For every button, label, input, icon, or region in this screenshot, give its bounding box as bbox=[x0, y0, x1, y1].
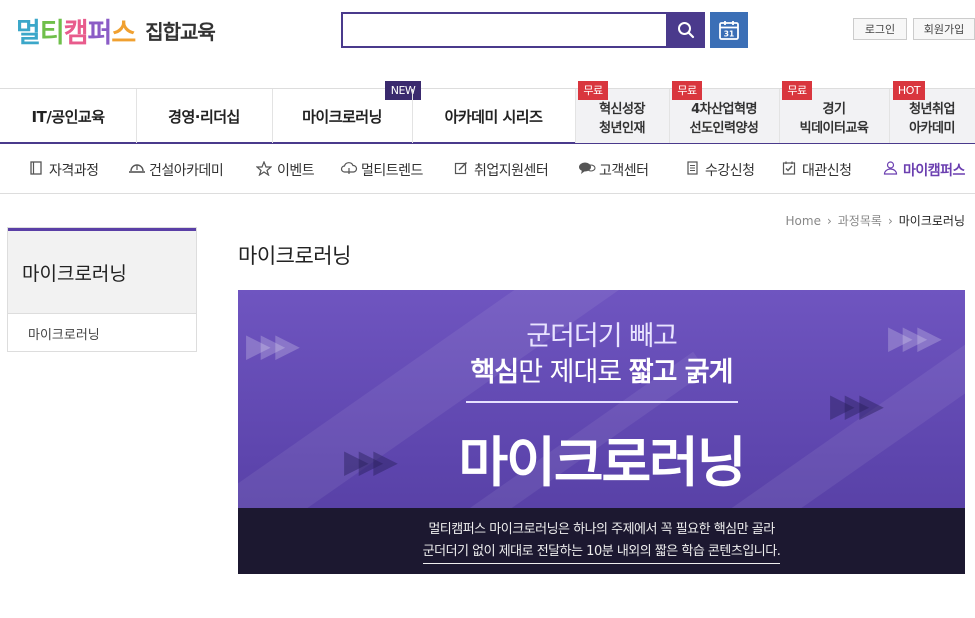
banner-bold-1: 핵심 bbox=[470, 357, 520, 388]
snb-label: 멀티트렌드 bbox=[361, 163, 423, 179]
microlearning-banner: ▶▶▶ ▶▶▶ ▶▶▶ ▶▶▶ 군더더기 빼고 핵심만 제대로 짧고 굵게 마이… bbox=[238, 290, 965, 574]
banner-divider bbox=[466, 401, 738, 403]
snb-label: 마이캠퍼스 bbox=[903, 163, 965, 179]
header: 멀티캠퍼스 집합교육 31 로그인 회원가입 bbox=[0, 0, 975, 88]
logo[interactable]: 멀티캠퍼스 집합교육 bbox=[16, 10, 216, 50]
hot-badge: HOT bbox=[893, 81, 925, 100]
gnb-label-line1: 경기 bbox=[822, 102, 846, 117]
gnb-item-academy[interactable]: 아카데미 시리즈 bbox=[412, 89, 575, 143]
breadcrumb-current: 마이크로러닝 bbox=[898, 214, 965, 228]
sub-navigation: 자격과정 건설아카데미 이벤트 멀티트렌드 취업지원센터 고객센터 수강신청 대… bbox=[0, 146, 975, 194]
book-icon bbox=[28, 161, 44, 179]
snb-item-trend[interactable]: 멀티트렌드 bbox=[340, 146, 423, 194]
gnb-label-line2: 선도인력양성 bbox=[689, 121, 759, 136]
search-button[interactable] bbox=[667, 12, 705, 48]
cloud-icon bbox=[340, 161, 358, 179]
banner-headline-1: 군더더기 빼고 bbox=[526, 321, 678, 352]
banner-headline-2: 핵심만 제대로 짧고 굵게 bbox=[238, 350, 965, 389]
snb-label: 자격과정 bbox=[49, 163, 99, 179]
calendar-button[interactable]: 31 bbox=[710, 12, 748, 48]
banner-desc-line2: 군더더기 없이 제대로 전달하는 10분 내외의 짧은 학습 콘텐츠입니다. bbox=[422, 541, 781, 564]
snb-label: 대관신청 bbox=[802, 163, 852, 179]
chat-icon bbox=[578, 161, 596, 179]
gnb-label-line1: 청년취업 bbox=[909, 102, 955, 117]
snb-item-enroll[interactable]: 수강신청 bbox=[684, 146, 755, 194]
free-badge: 무료 bbox=[578, 81, 608, 100]
logo-brand: 멀티캠퍼스 bbox=[16, 11, 136, 50]
snb-item-customer-center[interactable]: 고객센터 bbox=[578, 146, 649, 194]
login-button[interactable]: 로그인 bbox=[853, 18, 907, 40]
logo-subtitle: 집합교육 bbox=[145, 19, 216, 44]
snb-label: 수강신청 bbox=[705, 163, 755, 179]
gnb-label: 아카데미 시리즈 bbox=[444, 107, 543, 126]
snb-label: 건설아카데미 bbox=[149, 163, 224, 179]
gnb-item-microlearning[interactable]: 마이크로러닝 NEW bbox=[272, 81, 421, 143]
page-title: 마이크로러닝 bbox=[238, 244, 351, 268]
checkbox-icon bbox=[781, 161, 797, 179]
lnb-title: 마이크로러닝 bbox=[8, 228, 196, 314]
banner-title: 마이크로러닝 bbox=[458, 431, 746, 494]
snb-label: 고객센터 bbox=[599, 163, 649, 179]
snb-label: 이벤트 bbox=[277, 163, 315, 179]
gnb-label-line2: 청년인재 bbox=[599, 121, 645, 136]
logo-char: 티 bbox=[39, 17, 65, 49]
gnb-item-industry4[interactable]: 무료 4차산업혁명 선도인력양성 bbox=[669, 81, 779, 143]
banner-description: 멀티캠퍼스 마이크로러닝은 하나의 주제에서 꼭 필요한 핵심만 골라 군더더기… bbox=[238, 508, 965, 574]
breadcrumb-home[interactable]: Home bbox=[786, 214, 821, 228]
pencil-icon bbox=[453, 161, 469, 179]
gnb-label-line2: 빅데이터교육 bbox=[799, 121, 869, 136]
snb-item-mycampus[interactable]: 마이캠퍼스 bbox=[882, 146, 965, 194]
breadcrumb-list[interactable]: 과정목록 bbox=[838, 212, 882, 229]
gnb-label-line1: 혁신성장 bbox=[599, 102, 645, 117]
gnb-label: 마이크로러닝 bbox=[302, 107, 382, 126]
gnb-item-bigdata[interactable]: 무료 경기 빅데이터교육 bbox=[779, 81, 889, 143]
gnb-item-it[interactable]: IT/공인교육 bbox=[0, 89, 136, 143]
main-navigation: IT/공인교육 경영·리더십 마이크로러닝 NEW 아카데미 시리즈 무료 혁신… bbox=[0, 81, 975, 144]
gnb-label: 경영·리더십 bbox=[168, 107, 240, 126]
logo-char: 스 bbox=[111, 17, 136, 49]
free-badge: 무료 bbox=[672, 81, 702, 100]
helmet-icon bbox=[128, 161, 145, 179]
gnb-label-line1: 4차산업혁명 bbox=[691, 102, 757, 117]
logo-char: 캠 bbox=[63, 17, 89, 49]
snb-item-job-center[interactable]: 취업지원센터 bbox=[453, 146, 549, 194]
join-button[interactable]: 회원가입 bbox=[913, 18, 975, 40]
logo-char: 퍼 bbox=[87, 17, 113, 49]
chevron-right-icon: › bbox=[826, 213, 832, 228]
gnb-label: IT/공인교육 bbox=[31, 107, 106, 126]
lnb-item-microlearning[interactable]: 마이크로러닝 bbox=[8, 314, 196, 352]
search-input[interactable] bbox=[343, 14, 666, 46]
star-icon bbox=[255, 159, 273, 180]
snb-label: 취업지원센터 bbox=[474, 163, 549, 179]
logo-char: 멀 bbox=[16, 17, 41, 49]
gnb-label-line2: 아카데미 bbox=[909, 121, 955, 136]
snb-item-event[interactable]: 이벤트 bbox=[255, 146, 315, 194]
banner-bold-2: 짧고 굵게 bbox=[628, 357, 734, 388]
left-navigation: 마이크로러닝 마이크로러닝 bbox=[7, 227, 197, 352]
calendar-day: 31 bbox=[724, 30, 734, 39]
person-icon bbox=[882, 161, 898, 179]
calendar-icon: 31 bbox=[719, 21, 739, 40]
banner-desc-line1: 멀티캠퍼스 마이크로러닝은 하나의 주제에서 꼭 필요한 핵심만 골라 bbox=[428, 521, 775, 537]
breadcrumb: Home › 과정목록 › 마이크로러닝 bbox=[786, 212, 965, 229]
chevron-right-icon: › bbox=[887, 213, 893, 228]
gnb-item-innovation[interactable]: 무료 혁신성장 청년인재 bbox=[575, 81, 669, 143]
free-badge: 무료 bbox=[782, 81, 812, 100]
snb-item-construction[interactable]: 건설아카데미 bbox=[128, 146, 224, 194]
search-box bbox=[341, 12, 668, 48]
document-icon bbox=[684, 161, 700, 179]
search-icon bbox=[678, 22, 695, 39]
snb-item-rental[interactable]: 대관신청 bbox=[781, 146, 852, 194]
snb-item-certificate[interactable]: 자격과정 bbox=[28, 146, 99, 194]
gnb-item-youth-academy[interactable]: HOT 청년취업 아카데미 bbox=[889, 81, 975, 143]
gnb-item-leadership[interactable]: 경영·리더십 bbox=[136, 89, 272, 143]
banner-mid: 만 제대로 bbox=[518, 357, 629, 388]
